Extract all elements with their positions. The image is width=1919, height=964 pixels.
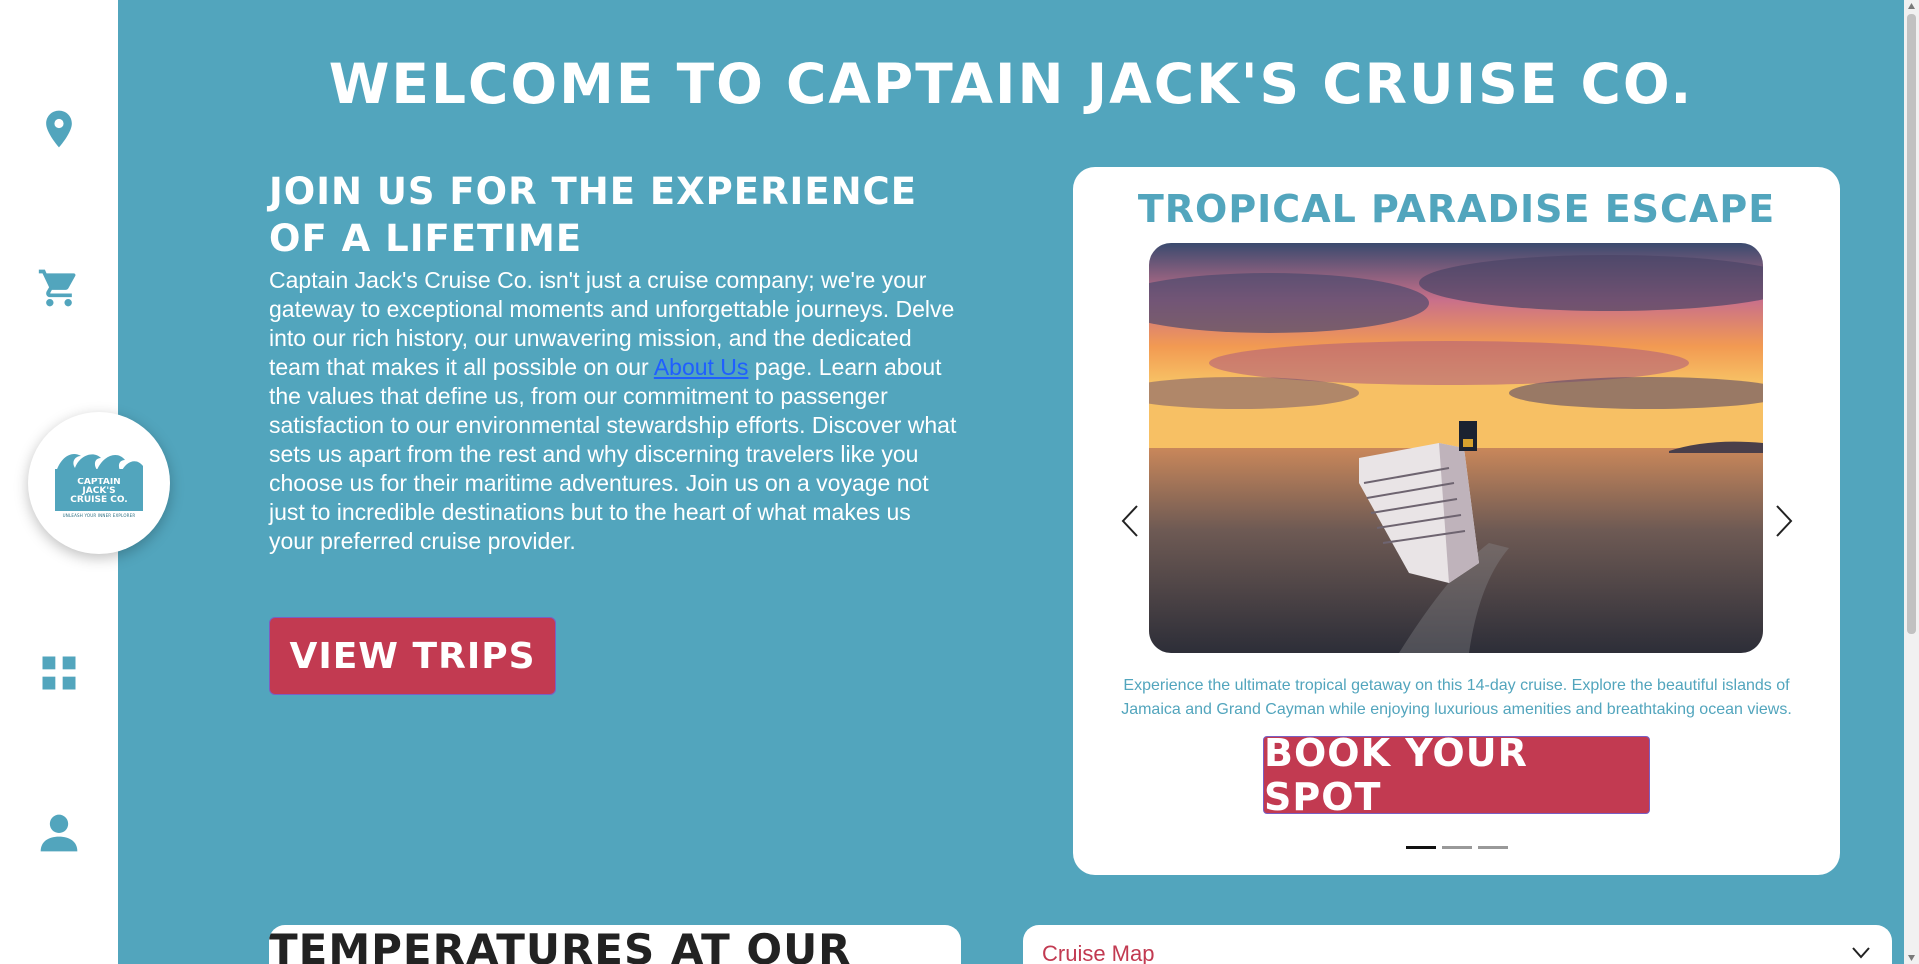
brand-logo[interactable]: CAPTAIN JACK'S CRUISE CO. UNLEASH YOUR INN…: [28, 412, 170, 554]
logo-tagline: UNLEASH YOUR INNER EXPLORER: [62, 513, 136, 518]
cruise-map-accordion[interactable]: Cruise Map: [1023, 925, 1892, 964]
scroll-down-arrow-icon[interactable]: [1907, 954, 1916, 962]
cruise-ship-sunset-image: [1149, 243, 1763, 653]
cruise-map-label: Cruise Map: [1042, 941, 1155, 964]
intro-section: Join us for the experience of a lifetime…: [269, 168, 959, 556]
shopping-cart-icon[interactable]: [34, 263, 84, 313]
temperatures-section: Temperatures at our: [269, 925, 961, 964]
trip-carousel: Tropical Paradise Escape: [1073, 167, 1840, 875]
carousel-indicator-1[interactable]: [1405, 846, 1436, 849]
carousel-slide-title: Tropical Paradise Escape: [1137, 187, 1776, 231]
page-title: Welcome to Captain Jack's Cruise Co.: [328, 52, 1694, 116]
scrollbar-thumb[interactable]: [1907, 14, 1916, 634]
about-us-link[interactable]: About Us: [654, 354, 749, 380]
chevron-down-icon: [1852, 947, 1870, 959]
scroll-up-arrow-icon[interactable]: [1907, 2, 1916, 10]
location-pin-icon[interactable]: [34, 104, 84, 154]
page-scrollbar[interactable]: [1904, 0, 1919, 964]
view-trips-button[interactable]: View Trips: [269, 617, 556, 695]
carousel-slide-description: Experience the ultimate tropical getaway…: [1121, 677, 1792, 718]
intro-heading: Join us for the experience of a lifetime: [269, 170, 917, 260]
carousel-indicators: [1073, 846, 1840, 849]
user-profile-icon[interactable]: [34, 808, 84, 858]
carousel-prev-arrow-icon[interactable]: [1115, 501, 1145, 541]
carousel-next-arrow-icon[interactable]: [1769, 501, 1799, 541]
intro-paragraph: Captain Jack's Cruise Co. isn't just a c…: [269, 267, 957, 554]
temperatures-heading: Temperatures at our: [269, 925, 852, 964]
book-your-spot-button[interactable]: Book Your Spot: [1263, 731, 1650, 819]
carousel-indicator-2[interactable]: [1441, 846, 1472, 849]
carousel-indicator-3[interactable]: [1477, 846, 1508, 849]
grid-apps-icon[interactable]: [34, 648, 84, 698]
wave-icon: [55, 454, 143, 478]
